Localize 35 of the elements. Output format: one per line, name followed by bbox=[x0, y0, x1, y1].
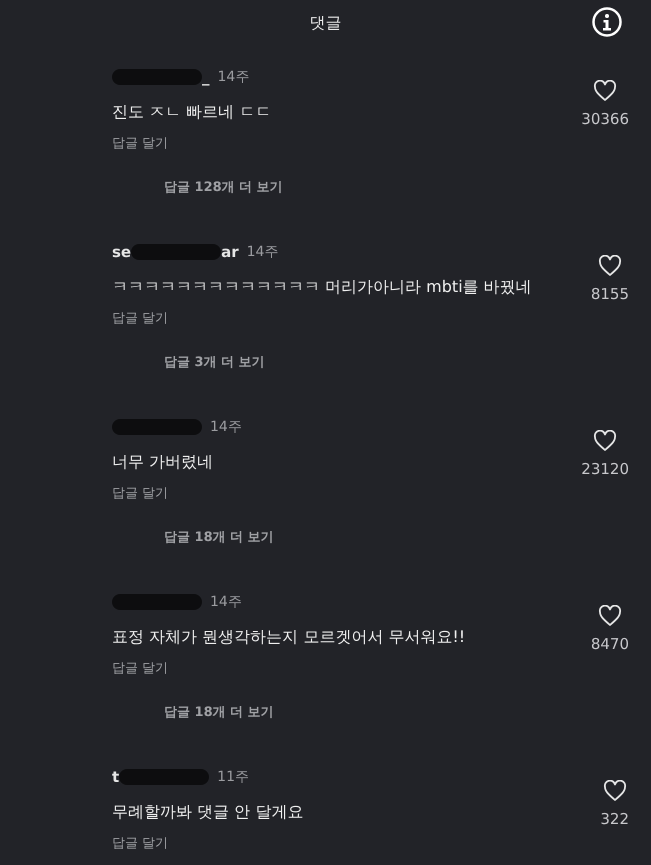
view-replies-link[interactable]: 답글 18개 더 보기 bbox=[164, 528, 274, 547]
heart-icon[interactable] bbox=[598, 605, 622, 627]
username-fragment: ar bbox=[221, 242, 239, 263]
comment-time: 11주 bbox=[217, 768, 249, 786]
comment-text: 표정 자체가 뭔생각하는지 모르겟어서 무서워요!! bbox=[112, 626, 466, 648]
comment-time: 14주 bbox=[246, 242, 278, 262]
like-count: 322 bbox=[600, 809, 629, 830]
comment-time: 14주 bbox=[210, 592, 242, 612]
comment-text: 진도 ㅈㄴ 빠르네 ㄷㄷ bbox=[112, 101, 272, 123]
like-count: 8155 bbox=[590, 284, 629, 305]
view-replies-link[interactable]: 답글 128개 더 보기 bbox=[164, 178, 283, 197]
comment-time: 14주 bbox=[218, 68, 250, 86]
reply-link[interactable]: 답글 달기 bbox=[112, 309, 168, 328]
comment-time: 14주 bbox=[210, 418, 242, 436]
header-title: 댓글 bbox=[310, 12, 342, 34]
heart-icon[interactable] bbox=[593, 430, 618, 452]
heart-icon[interactable] bbox=[598, 255, 622, 277]
like-count: 8470 bbox=[590, 634, 629, 655]
reply-link[interactable]: 답글 달기 bbox=[112, 834, 168, 854]
username-fragment: _ bbox=[202, 66, 210, 88]
like-count: 23120 bbox=[581, 459, 629, 480]
comment-text: 무례할까봐 댓글 안 달게요 bbox=[112, 801, 304, 823]
comment-text: 너무 가버렸네 bbox=[112, 451, 214, 473]
comment-text: ㅋㅋㅋㅋㅋㅋㅋㅋㅋㅋㅋㅋㅋ 머리가아니라 mbti를 바꿨네 bbox=[112, 276, 533, 298]
reply-link[interactable]: 답글 달기 bbox=[112, 134, 168, 154]
heart-icon[interactable] bbox=[593, 80, 618, 102]
reply-link[interactable]: 답글 달기 bbox=[112, 659, 168, 678]
username-fragment: se bbox=[112, 242, 132, 263]
username-fragment: t bbox=[112, 766, 120, 788]
reply-link[interactable]: 답글 달기 bbox=[112, 484, 168, 504]
view-replies-link[interactable]: 답글 3개 더 보기 bbox=[164, 352, 265, 372]
view-replies-link[interactable]: 답글 18개 더 보기 bbox=[164, 702, 274, 722]
like-count: 30366 bbox=[581, 109, 629, 130]
info-icon[interactable] bbox=[591, 6, 623, 38]
heart-icon[interactable] bbox=[602, 780, 627, 802]
